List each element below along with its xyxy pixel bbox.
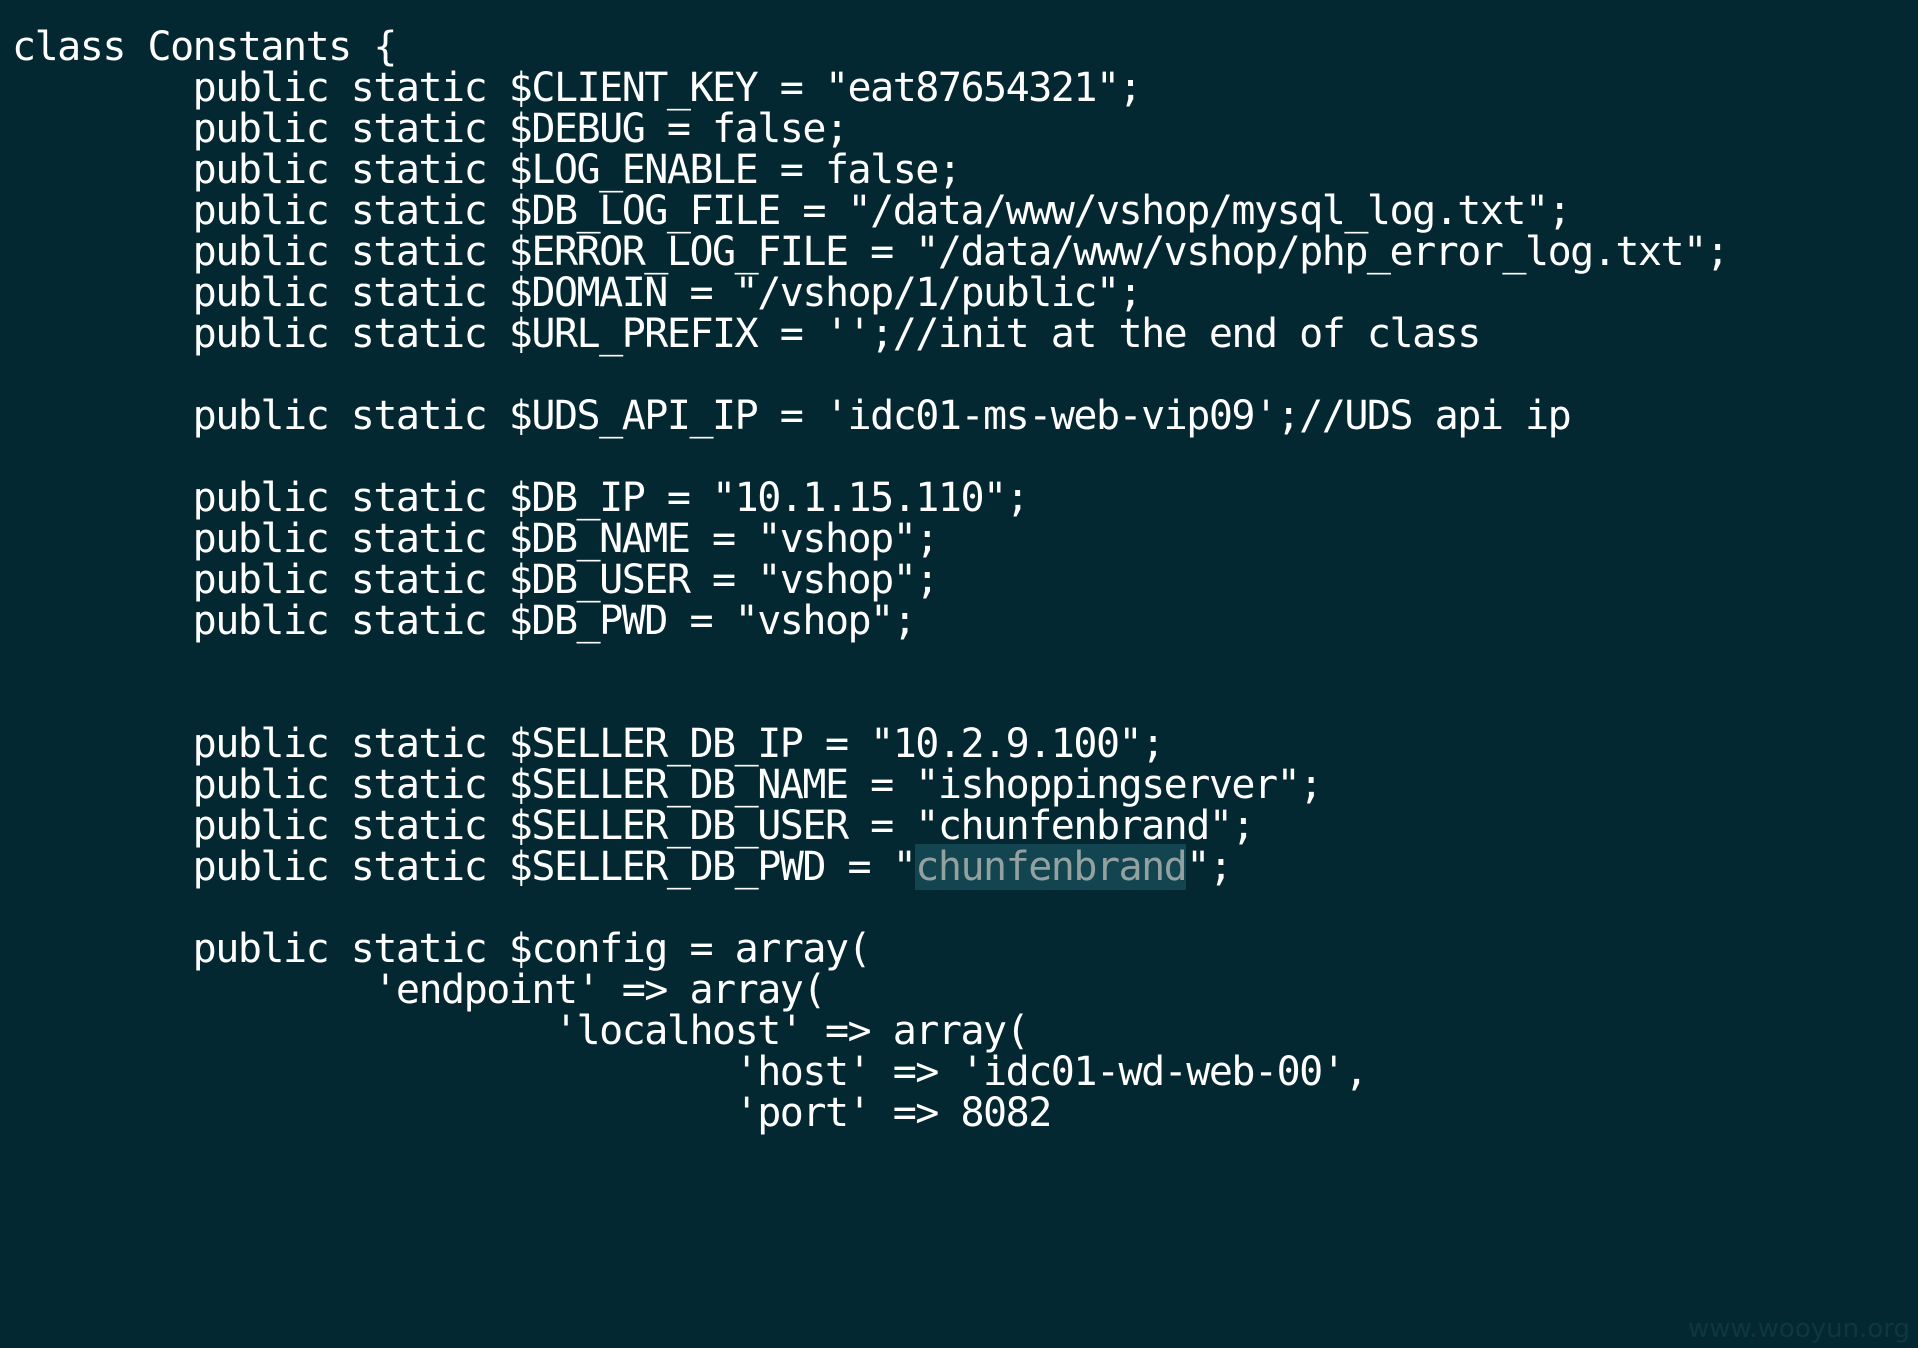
- selected-line-before: public static $SELLER_DB_PWD = ": [12, 844, 917, 890]
- code-line-10: public static $UDS_API_IP = 'idc01-ms-we…: [12, 393, 1572, 439]
- selected-line-after: ";: [1186, 844, 1233, 890]
- text-selection[interactable]: chunfenbrand: [915, 844, 1188, 890]
- terminal-window[interactable]: class Constants { public static $CLIENT_…: [0, 0, 1918, 1348]
- code-line-21[interactable]: public static $SELLER_DB_PWD = "chunfenb…: [12, 842, 1233, 892]
- code-line-15: public static $DB_PWD = "vshop";: [12, 598, 917, 644]
- code-line-8: public static $URL_PREFIX = '';//init at…: [12, 311, 1482, 357]
- code-line-27: 'port' => 8082: [12, 1090, 1053, 1136]
- watermark: www.wooyun.org: [1687, 1314, 1910, 1344]
- code-editor[interactable]: class Constants { public static $CLIENT_…: [0, 0, 1918, 1348]
